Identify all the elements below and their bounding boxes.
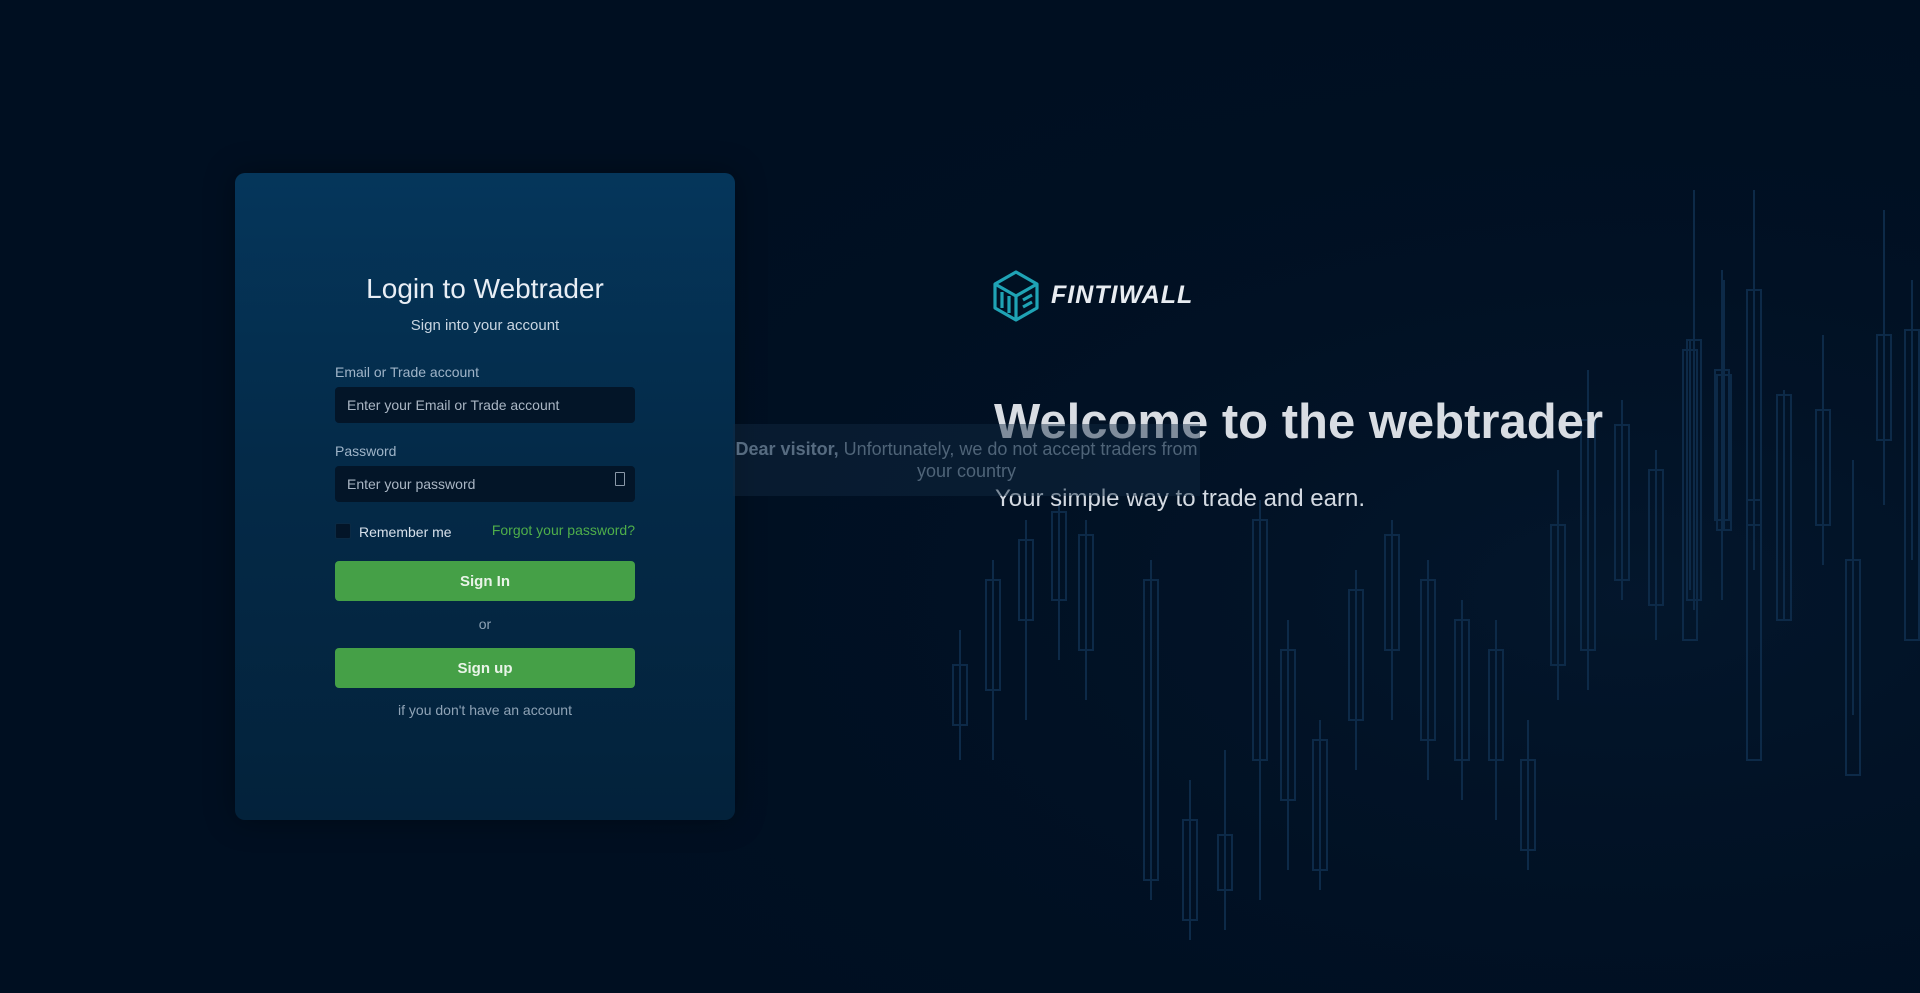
password-field[interactable]: [335, 466, 635, 502]
sign-up-button[interactable]: Sign up: [335, 648, 635, 688]
email-field[interactable]: [335, 387, 635, 423]
email-label: Email or Trade account: [335, 364, 479, 380]
visitor-notice-text: Unfortunately, we do not accept traders …: [843, 439, 1198, 481]
sign-in-button[interactable]: Sign In: [335, 561, 635, 601]
brand-logo-text: FINTIWALL: [1051, 281, 1194, 309]
remember-me-label[interactable]: Remember me: [359, 524, 452, 540]
cube-logo-icon: [993, 270, 1039, 322]
login-page: Login to Webtrader Sign into your accoun…: [0, 0, 1920, 993]
visitor-notice: Dear visitor, Unfortunately, we do not a…: [733, 424, 1200, 496]
login-title: Login to Webtrader: [366, 273, 604, 304]
or-divider: or: [478, 616, 492, 632]
visitor-notice-lead: Dear visitor,: [735, 439, 839, 459]
login-card: Login to Webtrader Sign into your accoun…: [235, 173, 735, 820]
password-label: Password: [335, 443, 397, 459]
login-subtitle: Sign into your account: [410, 317, 560, 334]
signup-note: if you don't have an account: [398, 702, 572, 718]
eye-icon[interactable]: [615, 472, 625, 486]
forgot-password-link[interactable]: Forgot your password?: [475, 522, 635, 538]
remember-me-checkbox[interactable]: [335, 523, 351, 539]
